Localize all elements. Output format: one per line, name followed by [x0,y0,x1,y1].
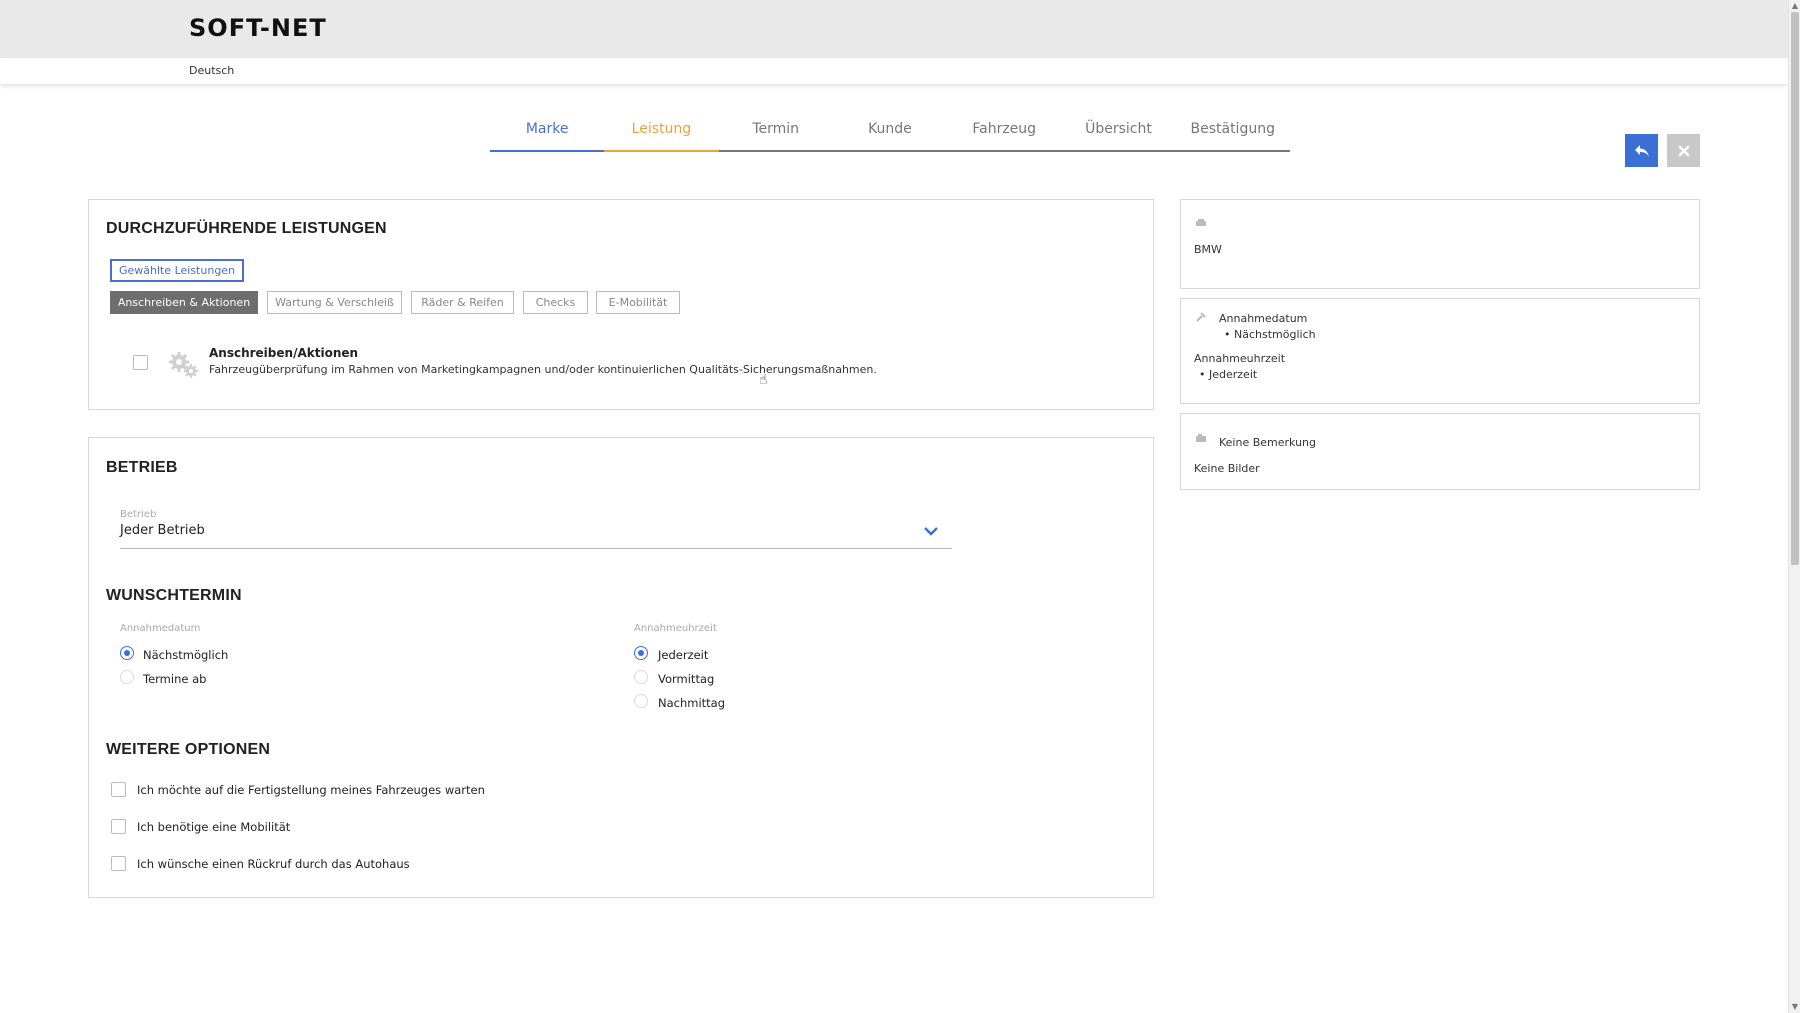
summary-date-label: Annahmedatum [1219,312,1308,325]
weitere-optionen-title: WEITERE OPTIONEN [106,741,271,758]
comment-icon [1196,434,1206,442]
step-navigation: Marke Leistung Termin Kunde Fahrzeug Übe… [490,118,1290,152]
category-e-mobilitaet[interactable]: E-Mobilität [596,291,680,314]
summary-note-card: Keine Bemerkung Keine Bilder [1180,413,1700,490]
betrieb-select[interactable]: Jeder Betrieb [120,523,205,538]
step-leistung[interactable]: Leistung [604,118,719,152]
category-wartung[interactable]: Wartung & Verschleiß [267,291,402,314]
radio-vormittag[interactable] [634,670,648,684]
category-checks[interactable]: Checks [523,291,588,314]
step-fahrzeug[interactable]: Fahrzeug [947,118,1061,150]
radio-naechstmoeglich[interactable] [120,646,134,660]
radio-label-termine-ab[interactable]: Termine ab [143,672,206,686]
undo-arrow-icon [1634,144,1649,157]
scroll-up-icon[interactable]: ▲ [1789,0,1800,12]
summary-time-value: Jederzeit [1199,368,1257,381]
page-scrollbar[interactable]: ▲ ▼ [1788,0,1800,1013]
wunschtermin-title: WUNSCHTERMIN [106,587,242,604]
services-title: DURCHZUFÜHRENDE LEISTUNGEN [106,220,387,237]
summary-note: Keine Bemerkung [1219,436,1317,449]
betrieb-panel: BETRIEB Betrieb Jeder Betrieb WUNSCHTERM… [88,437,1154,898]
chevron-down-icon[interactable] [923,525,939,537]
radio-label-nachmittag[interactable]: Nachmittag [658,696,725,710]
betrieb-field-underline [120,548,952,549]
selected-services-button[interactable]: Gewählte Leistungen [110,259,244,282]
back-button[interactable] [1625,134,1658,167]
step-marke[interactable]: Marke [490,118,605,152]
betrieb-title: BETRIEB [106,459,178,476]
summary-date-card: Annahmedatum Nächstmöglich Annahmeuhrzei… [1180,298,1700,404]
car-icon [1196,219,1206,226]
radio-jederzeit[interactable] [634,646,648,660]
step-bestaetigung[interactable]: Bestätigung [1176,118,1290,150]
radio-label-vormittag[interactable]: Vormittag [658,672,714,686]
category-raeder[interactable]: Räder & Reifen [411,291,514,314]
step-uebersicht[interactable]: Übersicht [1061,118,1175,150]
service-description: Fahrzeugüberprüfung im Rahmen von Market… [209,363,877,376]
close-icon [1678,145,1689,156]
logo[interactable]: SOFT-NET [189,14,327,42]
annahmedatum-label: Annahmedatum [120,623,201,634]
service-title: Anschreiben/Aktionen [209,346,359,360]
option-label-rueckruf[interactable]: Ich wünsche einen Rückruf durch das Auto… [137,857,410,871]
scrollbar-thumb[interactable] [1791,12,1799,565]
checkbox-rueckruf[interactable] [111,856,126,871]
language-bar: Deutsch [0,58,1788,84]
hand-cursor-icon: ☝ [759,372,768,388]
wrench-icon [1196,312,1206,322]
summary-date-value: Nächstmöglich [1224,328,1316,341]
radio-label-naechstmoeglich[interactable]: Nächstmöglich [143,648,228,662]
radio-termine-ab[interactable] [120,670,134,684]
summary-images: Keine Bilder [1194,462,1260,475]
language-selector[interactable]: Deutsch [189,64,234,77]
option-label-mobilitaet[interactable]: Ich benötige eine Mobilität [137,820,290,834]
step-termin[interactable]: Termin [719,118,833,150]
scroll-down-icon[interactable]: ▼ [1789,1001,1800,1013]
radio-label-jederzeit[interactable]: Jederzeit [658,648,708,662]
step-kunde[interactable]: Kunde [833,118,947,150]
option-label-warten[interactable]: Ich möchte auf die Fertigstellung meines… [137,783,485,797]
services-panel: DURCHZUFÜHRENDE LEISTUNGEN Gewählte Leis… [88,199,1154,410]
service-checkbox[interactable] [133,355,148,370]
gears-icon [169,352,198,378]
checkbox-warten[interactable] [111,782,126,797]
betrieb-field-label: Betrieb [120,509,157,520]
annahmeuhrzeit-label: Annahmeuhrzeit [634,623,717,634]
radio-nachmittag[interactable] [634,694,648,708]
category-anschreiben[interactable]: Anschreiben & Aktionen [110,291,258,314]
top-header: SOFT-NET [0,0,1788,58]
checkbox-mobilitaet[interactable] [111,819,126,834]
summary-brand-card: BMW [1180,199,1700,289]
summary-brand: BMW [1194,243,1222,256]
summary-time-label: Annahmeuhrzeit [1194,352,1286,365]
close-button[interactable] [1667,134,1700,167]
